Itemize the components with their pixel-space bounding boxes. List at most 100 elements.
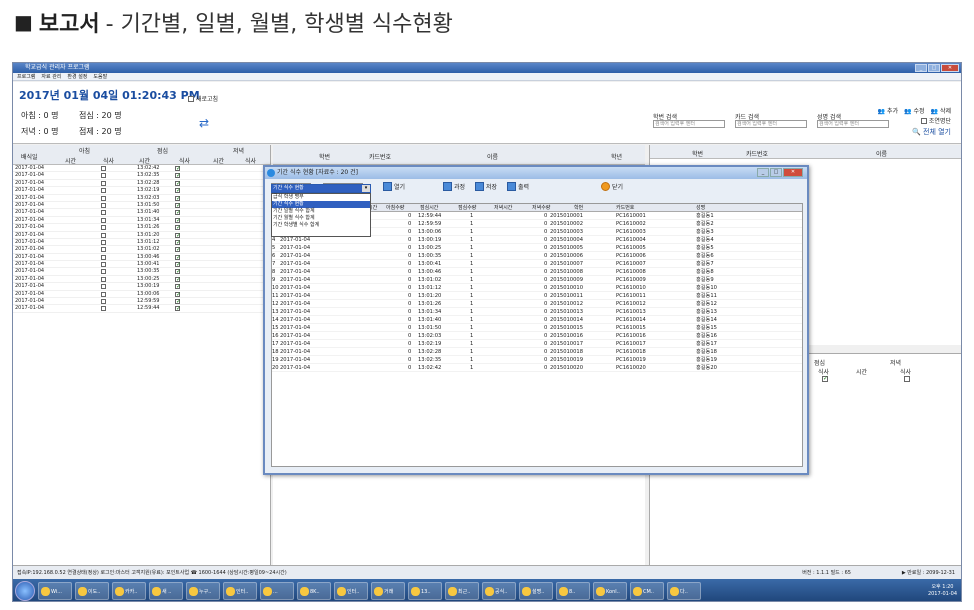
menu-help[interactable]: 도움말 — [93, 73, 107, 80]
table-row[interactable]: 2017-01-04 12:59:59 — [13, 298, 270, 305]
breakfast-check[interactable] — [101, 284, 106, 290]
table-row[interactable]: 4 2017-01-04 0 13:00:19 1 0 2015010004 PC161000… — [272, 236, 802, 244]
taskbar-app-button[interactable]: 설명.. — [519, 582, 553, 600]
table-row[interactable]: 17 2017-01-04 0 13:02:19 1 0 2015010017 PC16100… — [272, 340, 802, 348]
refresh-check-box[interactable] — [188, 95, 194, 102]
taskbar-app-button[interactable]: 다.. — [667, 582, 701, 600]
table-row[interactable]: 15 2017-01-04 0 13:01:50 1 0 2015010015 PC16100… — [272, 324, 802, 332]
dialog-close-button[interactable]: 닫기 — [601, 182, 623, 191]
filter-button[interactable]: 과정 — [443, 182, 465, 191]
ignore-list-checkbox[interactable]: 조연명단 — [920, 116, 951, 125]
lunch-check[interactable] — [175, 232, 181, 239]
menu-data[interactable]: 자료 관리 — [41, 73, 61, 80]
table-row[interactable]: 2017-01-04 13:02:35 — [13, 172, 270, 180]
system-clock[interactable]: 오후 1:20 2017-01-04 — [928, 584, 957, 598]
lunch-check[interactable] — [175, 246, 181, 254]
taskbar-app-button[interactable]: 새 .. — [149, 582, 183, 600]
delete-button[interactable]: 👥 삭제 — [931, 106, 951, 115]
table-row[interactable]: 2017-01-04 13:01:02 — [13, 246, 270, 254]
dropdown-option-roster[interactable]: 급식 학생 명부 — [272, 194, 370, 201]
breakfast-check[interactable] — [101, 166, 106, 171]
lunch-check[interactable] — [175, 209, 181, 217]
table-row[interactable]: 5 2017-01-04 0 13:00:25 1 0 2015010005 PC161000… — [272, 244, 802, 252]
table-row[interactable]: 20 2017-01-04 0 13:02:42 1 0 2015010020 PC16100… — [272, 364, 802, 372]
lunch-check[interactable] — [175, 187, 181, 195]
lunch-check[interactable] — [175, 298, 181, 305]
table-row[interactable]: 8 2017-01-04 0 13:00:46 1 0 2015010008 PC161000… — [272, 268, 802, 276]
table-row[interactable]: 2017-01-04 13:00:35 — [13, 268, 270, 276]
table-row[interactable]: 13 2017-01-04 0 13:01:34 1 0 2015010013 PC16100… — [272, 308, 802, 316]
taskbar-app-button[interactable]: 카카.. — [112, 582, 146, 600]
table-row[interactable]: 2017-01-04 13:01:40 — [13, 209, 270, 217]
breakfast-check[interactable] — [101, 239, 106, 245]
breakfast-check[interactable] — [101, 173, 106, 179]
dropdown-option-daily[interactable]: 기간 일별 식수 합계 — [272, 208, 370, 215]
breakfast-check[interactable] — [101, 232, 106, 238]
taskbar-app-button[interactable]: Konl.. — [593, 582, 627, 600]
refresh-checkbox[interactable]: 새로고침 — [188, 94, 218, 103]
table-row[interactable]: 2017-01-04 13:02:28 — [13, 180, 270, 187]
save-button[interactable]: 저장 — [475, 182, 497, 191]
lunch-check[interactable] — [175, 217, 181, 224]
lunch-check[interactable] — [175, 224, 181, 232]
table-row[interactable]: 2017-01-04 13:00:25 — [13, 276, 270, 283]
taskbar-app-button[interactable]: Wi... — [38, 582, 72, 600]
table-row[interactable]: 2017-01-04 13:02:03 — [13, 195, 270, 202]
breakfast-check[interactable] — [101, 210, 106, 216]
right-dinner-check[interactable] — [904, 376, 910, 382]
table-row[interactable]: 11 2017-01-04 0 13:01:20 1 0 2015010011 PC16100… — [272, 292, 802, 300]
menu-program[interactable]: 프로그램 — [17, 73, 35, 80]
taskbar-app-button[interactable]: 누구.. — [186, 582, 220, 600]
dropdown-option-monthly[interactable]: 기간 월별 식수 합계 — [272, 215, 370, 222]
table-row[interactable]: 14 2017-01-04 0 13:01:40 1 0 2015010014 PC16100… — [272, 316, 802, 324]
taskbar-app-button[interactable]: 13.. — [408, 582, 442, 600]
table-row[interactable]: 2017-01-04 13:02:19 — [13, 187, 270, 195]
taskbar-app-button[interactable]: 인터.. — [334, 582, 368, 600]
breakfast-check[interactable] — [101, 254, 106, 260]
taskbar-app-button[interactable]: 8.. — [556, 582, 590, 600]
table-row[interactable]: 2017-01-04 13:01:50 — [13, 202, 270, 209]
table-row[interactable]: 2017-01-04 13:00:06 — [13, 291, 270, 298]
breakfast-check[interactable] — [101, 269, 106, 275]
refresh-icon[interactable]: ⇄ — [199, 116, 209, 130]
close-window-button[interactable]: ✕ — [941, 64, 959, 72]
table-row[interactable]: 2017-01-04 13:01:26 — [13, 224, 270, 232]
lunch-check[interactable] — [175, 239, 181, 246]
table-row[interactable]: 10 2017-01-04 0 13:01:12 1 0 2015010010 PC16100… — [272, 284, 802, 292]
lunch-check[interactable] — [175, 261, 181, 268]
minimize-button[interactable]: _ — [915, 64, 927, 72]
student-search-input[interactable]: 검색어 입력후 엔터 — [653, 120, 725, 128]
table-row[interactable]: 2017-01-04 13:00:46 — [13, 254, 270, 261]
table-row[interactable]: 6 2017-01-04 0 13:00:35 1 0 2015010006 PC161000… — [272, 252, 802, 260]
dialog-close-x-button[interactable]: ✕ — [783, 168, 803, 177]
table-row[interactable]: 7 2017-01-04 0 13:00:41 1 0 2015010007 PC161000… — [272, 260, 802, 268]
lunch-check[interactable] — [175, 165, 181, 172]
lunch-check[interactable] — [175, 276, 181, 283]
report-type-combo[interactable]: 기간 식수 현황 ▾ — [271, 184, 371, 193]
chevron-down-icon[interactable]: ▾ — [362, 185, 370, 192]
name-search-input[interactable]: 검색어 입력후 엔터 — [817, 120, 889, 128]
taskbar-app-button[interactable]: 인터.. — [223, 582, 257, 600]
table-row[interactable]: 16 2017-01-04 0 13:02:03 1 0 2015010016 PC16100… — [272, 332, 802, 340]
breakfast-check[interactable] — [101, 306, 106, 312]
lunch-check[interactable] — [175, 195, 181, 202]
table-row[interactable]: 2017-01-04 13:01:20 — [13, 232, 270, 239]
dropdown-option-period[interactable]: 기간 식수 현황 — [272, 201, 370, 208]
table-row[interactable]: 19 2017-01-04 0 13:02:35 1 0 2015010019 PC16100… — [272, 356, 802, 364]
taskbar-app-button[interactable]: 최근.. — [445, 582, 479, 600]
lunch-check[interactable] — [175, 254, 181, 261]
table-row[interactable]: 9 2017-01-04 0 13:01:02 1 0 2015010009 PC161000… — [272, 276, 802, 284]
breakfast-check[interactable] — [101, 262, 106, 268]
breakfast-check[interactable] — [101, 299, 106, 305]
print-button[interactable]: 출력 — [507, 182, 529, 191]
table-row[interactable]: 2017-01-04 13:00:41 — [13, 261, 270, 268]
breakfast-check[interactable] — [101, 276, 106, 282]
lunch-check[interactable] — [175, 268, 181, 276]
taskbar-app-button[interactable]: CM.. — [630, 582, 664, 600]
breakfast-check[interactable] — [101, 188, 106, 194]
table-row[interactable]: 2017-01-04 13:01:12 — [13, 239, 270, 246]
taskbar-app-button[interactable]: 이도.. — [75, 582, 109, 600]
lunch-check[interactable] — [175, 180, 181, 187]
open-button[interactable]: 열기 — [383, 182, 405, 191]
menu-settings[interactable]: 환경 설정 — [67, 73, 87, 80]
